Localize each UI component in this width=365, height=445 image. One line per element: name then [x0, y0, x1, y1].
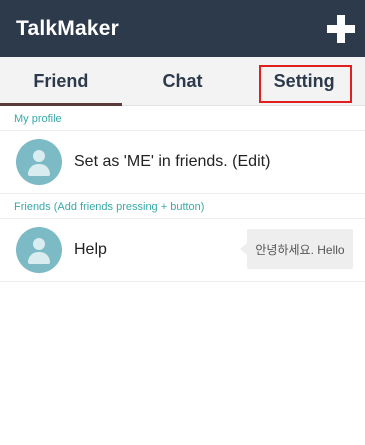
- friend-name: Help: [74, 241, 107, 258]
- app-title: TalkMaker: [16, 16, 119, 40]
- app-bar: TalkMaker: [0, 0, 365, 57]
- last-message-bubble: 안녕하세요. Hello: [240, 229, 353, 269]
- my-profile-label: Set as 'ME' in friends. (Edit): [74, 153, 271, 170]
- tab-friend[interactable]: Friend: [0, 57, 122, 106]
- my-profile-row[interactable]: Set as 'ME' in friends. (Edit): [0, 131, 365, 194]
- my-profile-header: My profile: [0, 107, 365, 131]
- tab-setting[interactable]: Setting: [243, 57, 365, 105]
- tab-setting-label: Setting: [273, 70, 335, 91]
- person-icon: [16, 227, 62, 273]
- person-icon: [16, 139, 62, 185]
- tab-friend-label: Friend: [33, 70, 89, 91]
- tab-chat-label: Chat: [162, 70, 203, 91]
- friends-header: Friends (Add friends pressing + button): [0, 195, 365, 219]
- add-friend-plus-icon[interactable]: [327, 14, 355, 43]
- tab-chat[interactable]: Chat: [122, 57, 244, 105]
- tab-bar: Friend Chat Setting: [0, 57, 365, 106]
